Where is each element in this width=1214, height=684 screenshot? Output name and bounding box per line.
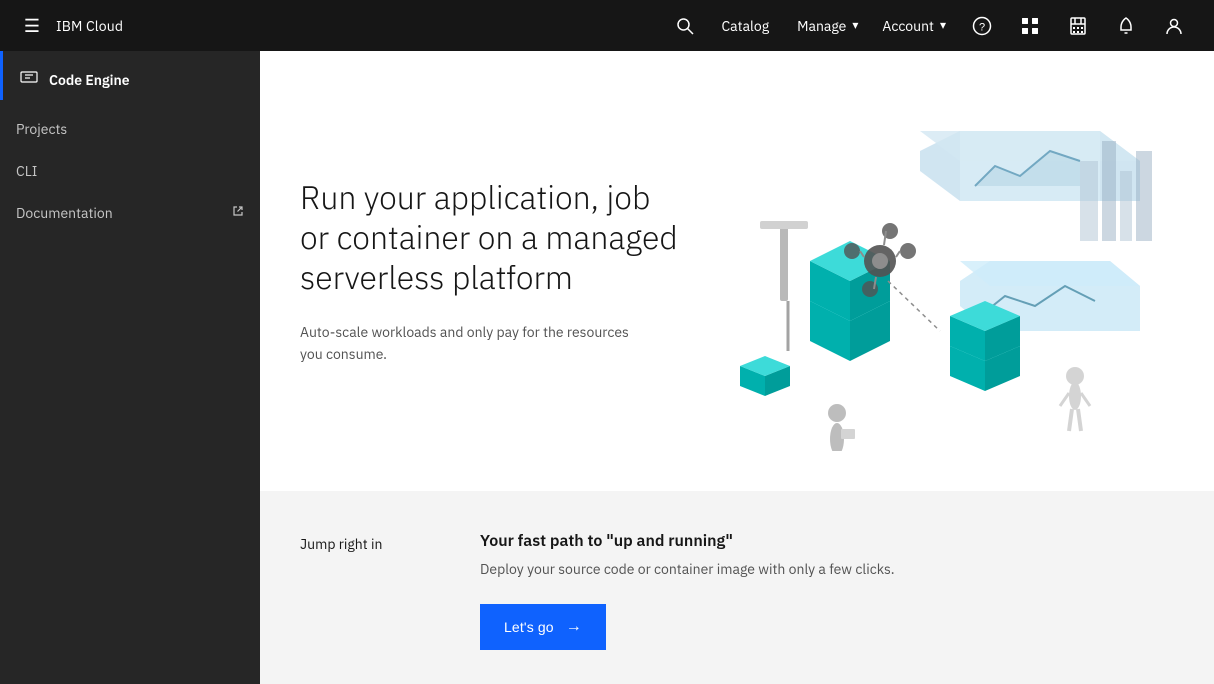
account-label: Account [882,17,934,35]
calculator-icon [1068,16,1088,36]
hamburger-icon: ☰ [24,14,40,37]
catalog-nav-item[interactable]: Catalog [705,0,785,51]
sidebar-navigation: Projects CLI Documentation [0,108,260,234]
sidebar-header: Code Engine [0,51,260,100]
lets-go-label: Let's go [504,619,554,635]
jump-desc: Deploy your source code or container ima… [480,559,1174,580]
jump-section-label: Jump right in [300,531,420,553]
external-link-icon [232,205,244,221]
sidebar-item-projects[interactable]: Projects [0,108,260,150]
user-profile-button[interactable] [1150,0,1198,51]
switcher-icon [1020,16,1040,36]
switcher-button[interactable] [1006,0,1054,51]
main-content: Run your application, job or container o… [260,51,1214,684]
hero-subtext: Auto-scale workloads and only pay for th… [300,321,640,366]
lets-go-button[interactable]: Let's go → [480,604,606,650]
code-engine-icon [19,67,39,92]
user-icon [1164,16,1184,36]
jump-title: Your fast path to "up and running" [480,531,1174,551]
jump-content-block: Your fast path to "up and running" Deplo… [480,531,1174,650]
help-button[interactable]: ? [958,0,1006,51]
sidebar-title: Code Engine [49,71,130,89]
hero-illustration [680,91,1160,451]
svg-text:?: ? [979,21,985,33]
documentation-label: Documentation [16,204,113,222]
sidebar: Code Engine Projects CLI Documentation [0,51,260,684]
search-button[interactable] [665,0,705,51]
projects-label: Projects [16,120,67,138]
sidebar-item-cli[interactable]: CLI [0,150,260,192]
ibm-cloud-brand: IBM Cloud [56,17,123,35]
manage-chevron-icon: ▾ [852,18,858,33]
hero-text-block: Run your application, job or container o… [300,177,680,366]
hero-section: Run your application, job or container o… [260,51,1214,491]
help-icon: ? [972,16,992,36]
jump-right-in-section: Jump right in Your fast path to "up and … [260,491,1214,684]
sidebar-item-documentation[interactable]: Documentation [0,192,260,234]
top-navigation: ☰ IBM Cloud Catalog Manage ▾ Account ▾ ? [0,0,1214,51]
notifications-button[interactable] [1102,0,1150,51]
hamburger-menu-button[interactable]: ☰ [16,0,48,51]
account-chevron-icon: ▾ [940,18,946,33]
arrow-right-icon: → [566,618,582,636]
cost-estimator-button[interactable] [1054,0,1102,51]
search-icon [675,16,695,36]
hero-illustration-svg [680,91,1160,451]
topnav-icon-group: ? [958,0,1198,51]
manage-nav-item[interactable]: Manage ▾ [785,0,870,51]
catalog-label: Catalog [721,17,769,35]
bell-icon [1116,16,1136,36]
cli-label: CLI [16,162,37,180]
main-layout: Code Engine Projects CLI Documentation [0,51,1214,684]
manage-label: Manage [797,17,846,35]
hero-heading: Run your application, job or container o… [300,177,680,297]
account-nav-item[interactable]: Account ▾ [870,0,958,51]
